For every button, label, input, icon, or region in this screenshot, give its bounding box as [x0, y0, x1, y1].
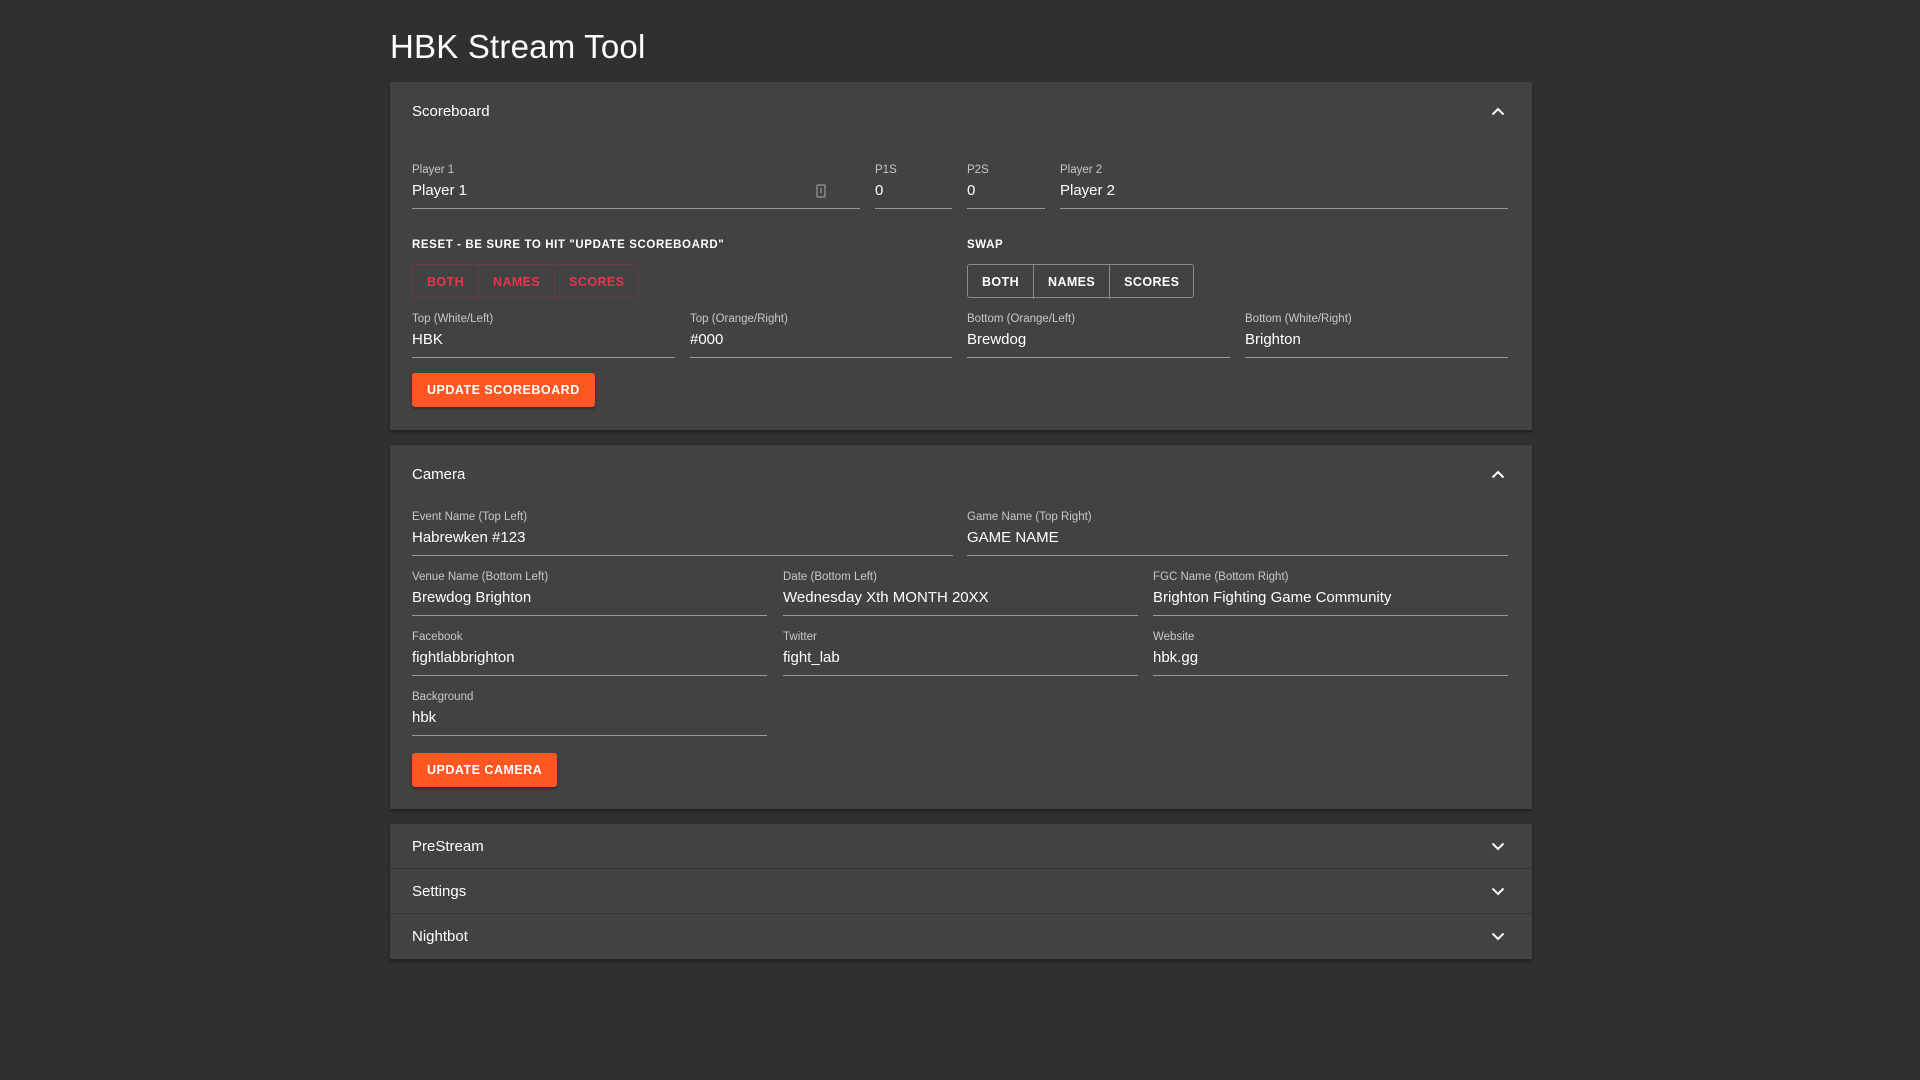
nightbot-title: Nightbot	[412, 928, 468, 945]
p2s-input[interactable]: 0	[967, 182, 975, 199]
player1-input[interactable]: Player 1	[412, 182, 467, 199]
twitter-label: Twitter	[783, 631, 817, 643]
nightbot-header[interactable]: Nightbot	[390, 914, 1532, 959]
reset-names-button[interactable]: NAMES	[479, 265, 556, 299]
swap-label: SWAP	[967, 239, 1004, 251]
game-name-label: Game Name (Top Right)	[967, 511, 1092, 523]
prestream-panel: PreStream	[390, 824, 1532, 869]
twitter-field[interactable]: Twitter fight_lab	[783, 631, 1138, 676]
background-field[interactable]: Background hbk	[412, 691, 767, 736]
chevron-down-icon[interactable]	[1488, 882, 1508, 902]
scoreboard-header[interactable]: Scoreboard	[390, 82, 1532, 140]
nightbot-panel: Nightbot	[390, 914, 1532, 959]
chevron-up-icon[interactable]	[1488, 464, 1508, 484]
top-left-label: Top (White/Left)	[412, 313, 494, 325]
reset-both-button[interactable]: BOTH	[413, 265, 480, 299]
settings-header[interactable]: Settings	[390, 869, 1532, 914]
event-name-label: Event Name (Top Left)	[412, 511, 528, 523]
fgc-name-field[interactable]: FGC Name (Bottom Right) Brighton Fightin…	[1153, 571, 1508, 616]
player2-field[interactable]: Player 2 Player 2	[1060, 164, 1508, 209]
player1-field[interactable]: Player 1 Player 1	[412, 164, 860, 209]
date-field[interactable]: Date (Bottom Left) Wednesday Xth MONTH 2…	[783, 571, 1138, 616]
event-name-input[interactable]: Habrewken #123	[412, 529, 525, 546]
settings-panel: Settings	[390, 869, 1532, 914]
reset-button-group: BOTH NAMES SCORES	[412, 264, 640, 299]
scoreboard-panel: Scoreboard Player 1 Player 1 P1S 0 P2S 0…	[390, 82, 1532, 430]
reset-label: RESET - BE SURE TO HIT "UPDATE SCOREBOAR…	[412, 239, 725, 251]
p1s-label: P1S	[875, 164, 897, 176]
update-scoreboard-button[interactable]: UPDATE SCOREBOARD	[412, 373, 595, 407]
bottom-right-label: Bottom (White/Right)	[1245, 313, 1352, 325]
chevron-up-icon[interactable]	[1488, 101, 1508, 121]
player1-label: Player 1	[412, 164, 455, 176]
app-container: HBK Stream Tool Scoreboard Player 1 Play…	[390, 0, 1532, 959]
website-field[interactable]: Website hbk.gg	[1153, 631, 1508, 676]
game-name-field[interactable]: Game Name (Top Right) GAME NAME	[967, 511, 1508, 556]
camera-title: Camera	[412, 465, 466, 483]
fgc-name-input[interactable]: Brighton Fighting Game Community	[1153, 589, 1391, 606]
venue-name-input[interactable]: Brewdog Brighton	[412, 589, 531, 606]
camera-panel: Camera Event Name (Top Left) Habrewken #…	[390, 445, 1532, 809]
twitter-input[interactable]: fight_lab	[783, 649, 840, 666]
fgc-name-label: FGC Name (Bottom Right)	[1153, 571, 1289, 583]
swap-both-button[interactable]: BOTH	[968, 265, 1035, 299]
website-input[interactable]: hbk.gg	[1153, 649, 1198, 666]
p1-score-field[interactable]: P1S 0	[875, 164, 952, 209]
swap-names-button[interactable]: NAMES	[1034, 265, 1111, 299]
p2s-label: P2S	[967, 164, 989, 176]
settings-title: Settings	[412, 883, 467, 900]
update-camera-button[interactable]: UPDATE CAMERA	[412, 753, 558, 787]
date-label: Date (Bottom Left)	[783, 571, 877, 583]
camera-header[interactable]: Camera	[390, 445, 1532, 503]
top-left-field[interactable]: Top (White/Left) HBK	[412, 313, 675, 358]
reset-scores-button[interactable]: SCORES	[555, 265, 638, 299]
chevron-down-icon[interactable]	[1488, 927, 1508, 947]
top-left-input[interactable]: HBK	[412, 331, 443, 348]
top-right-field[interactable]: Top (Orange/Right) #000	[690, 313, 952, 358]
top-right-label: Top (Orange/Right)	[690, 313, 788, 325]
bottom-left-input[interactable]: Brewdog	[967, 331, 1026, 348]
facebook-input[interactable]: fightlabbrighton	[412, 649, 515, 666]
chevron-down-icon[interactable]	[1488, 837, 1508, 857]
event-name-field[interactable]: Event Name (Top Left) Habrewken #123	[412, 511, 953, 556]
venue-name-label: Venue Name (Bottom Left)	[412, 571, 549, 583]
bottom-left-label: Bottom (Orange/Left)	[967, 313, 1076, 325]
prestream-header[interactable]: PreStream	[390, 824, 1532, 869]
bottom-left-field[interactable]: Bottom (Orange/Left) Brewdog	[967, 313, 1230, 358]
bottom-right-input[interactable]: Brighton	[1245, 331, 1301, 348]
venue-name-field[interactable]: Venue Name (Bottom Left) Brewdog Brighto…	[412, 571, 767, 616]
player2-label: Player 2	[1060, 164, 1103, 176]
website-label: Website	[1153, 631, 1195, 643]
background-input[interactable]: hbk	[412, 709, 436, 726]
background-label: Background	[412, 691, 474, 703]
swap-scores-button[interactable]: SCORES	[1110, 265, 1193, 299]
autofill-icon[interactable]	[816, 184, 826, 202]
swap-button-group: BOTH NAMES SCORES	[967, 264, 1195, 299]
page-title: HBK Stream Tool	[390, 28, 646, 65]
scoreboard-title: Scoreboard	[412, 102, 490, 120]
prestream-title: PreStream	[412, 838, 484, 855]
p2-score-field[interactable]: P2S 0	[967, 164, 1045, 209]
p1s-input[interactable]: 0	[875, 182, 883, 199]
date-input[interactable]: Wednesday Xth MONTH 20XX	[783, 589, 989, 606]
player2-input[interactable]: Player 2	[1060, 182, 1115, 199]
top-right-input[interactable]: #000	[690, 331, 723, 348]
game-name-input[interactable]: GAME NAME	[967, 529, 1059, 546]
bottom-right-field[interactable]: Bottom (White/Right) Brighton	[1245, 313, 1508, 358]
facebook-label: Facebook	[412, 631, 463, 643]
facebook-field[interactable]: Facebook fightlabbrighton	[412, 631, 767, 676]
